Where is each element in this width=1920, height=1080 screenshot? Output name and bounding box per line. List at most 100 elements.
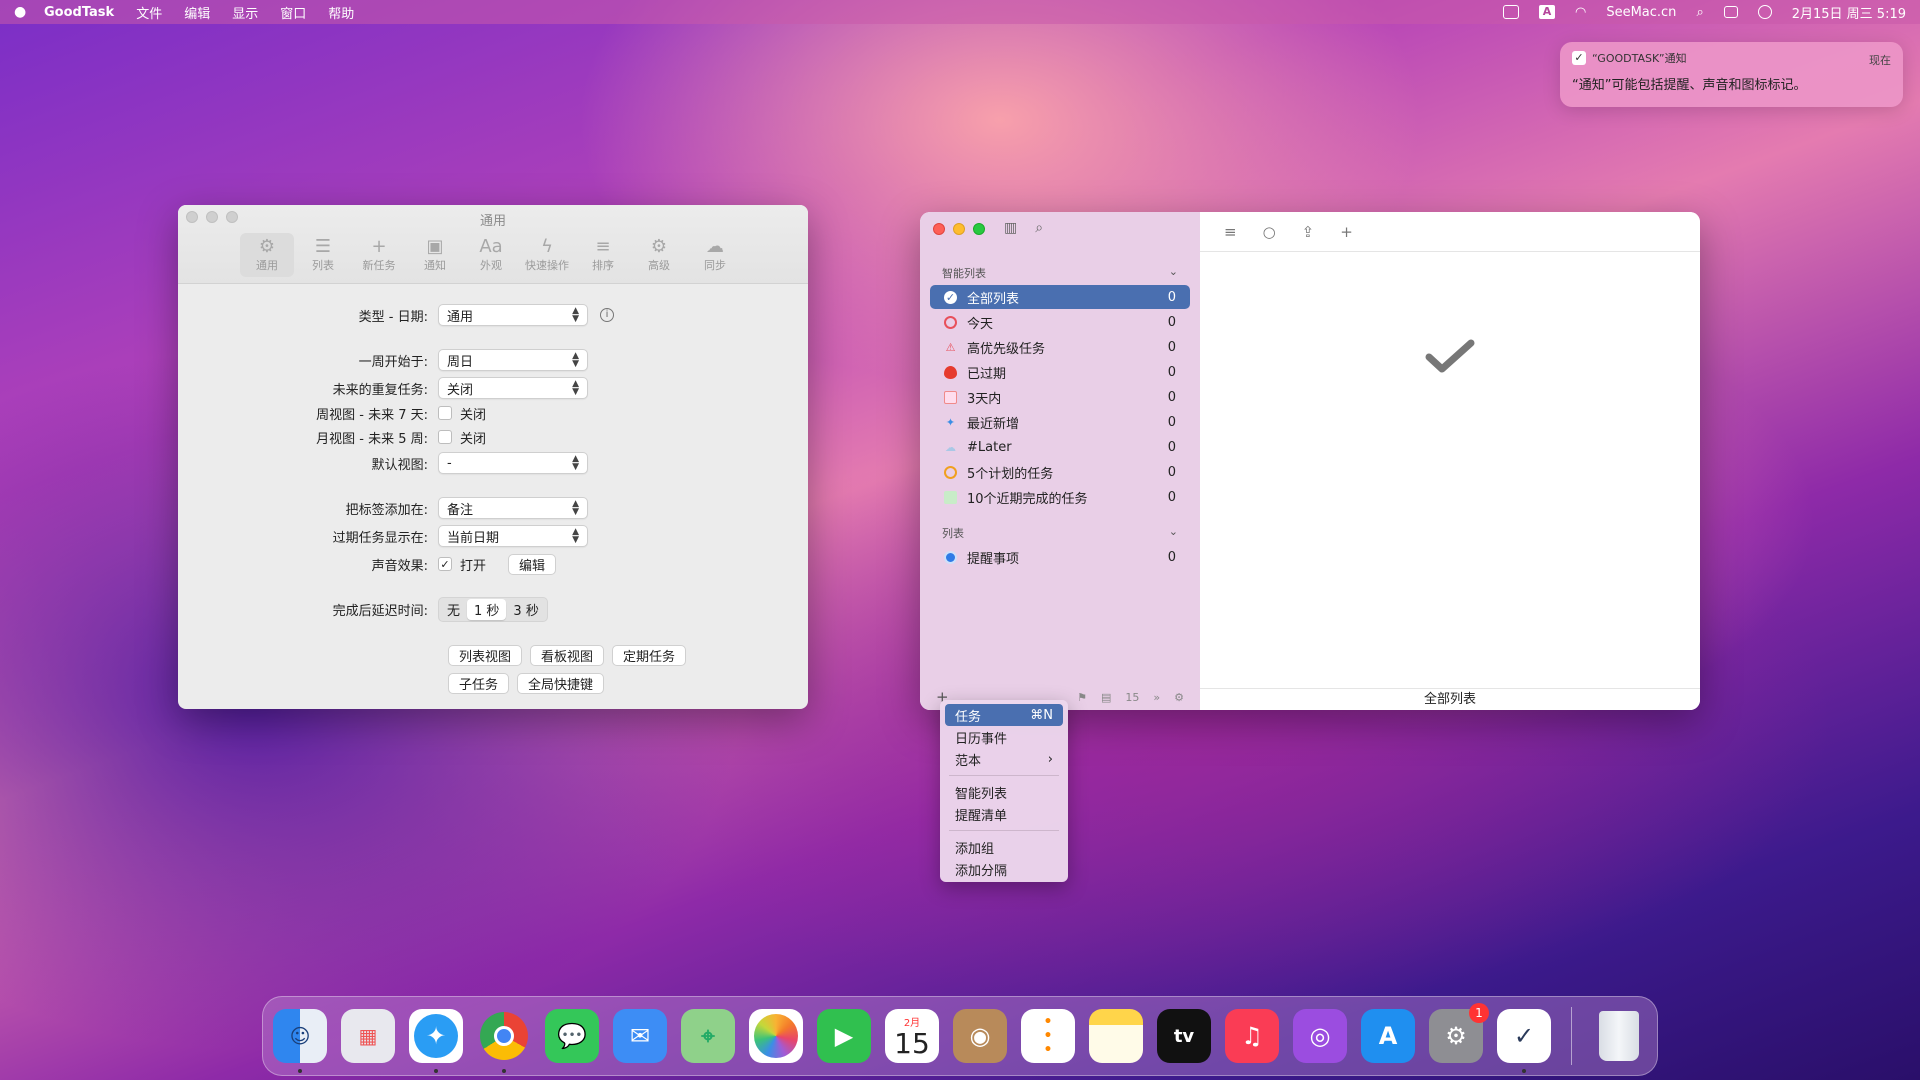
- add-task-icon[interactable]: +: [1340, 223, 1353, 241]
- messages-icon[interactable]: 💬: [545, 1009, 599, 1063]
- facetime-icon[interactable]: ▶: [817, 1009, 871, 1063]
- sidebar-item-scheduled[interactable]: 5个计划的任务 0: [930, 460, 1190, 484]
- tab-quick-actions[interactable]: ϟ 快速操作: [520, 233, 574, 277]
- global-shortcut-button[interactable]: 全局快捷键: [517, 672, 605, 694]
- sidebar-item-all-lists[interactable]: ✓ 全部列表 0: [930, 285, 1190, 309]
- sidebar-item-overdue[interactable]: 已过期 0: [930, 360, 1190, 384]
- tab-sync[interactable]: ☁ 同步: [688, 233, 742, 277]
- photos-icon[interactable]: [749, 1009, 803, 1063]
- sidebar-item-3-days[interactable]: 3天内 0: [930, 385, 1190, 409]
- minimize-button[interactable]: [206, 211, 218, 223]
- goodtask-icon[interactable]: ✓: [1497, 1009, 1551, 1073]
- list-view-button[interactable]: 列表视图: [448, 644, 523, 666]
- tab-lists[interactable]: ☰ 列表: [296, 233, 350, 277]
- menubar-clock[interactable]: 2月15日 周三 5:19: [1792, 3, 1906, 22]
- more-icon[interactable]: »: [1153, 691, 1160, 704]
- type-date-select[interactable]: 通用 ▲ ▼: [438, 304, 588, 326]
- tab-new-task[interactable]: + 新任务: [352, 233, 406, 277]
- tab-appearance[interactable]: Aa 外观: [464, 233, 518, 277]
- default-view-select[interactable]: - ▲ ▼: [438, 452, 588, 474]
- tag-add-select[interactable]: 备注 ▲ ▼: [438, 497, 588, 519]
- menu-file[interactable]: 文件: [136, 3, 162, 22]
- siri-icon[interactable]: [1757, 5, 1772, 19]
- smart-lists-header[interactable]: 智能列表 ⌄: [942, 265, 1178, 281]
- menu-item-reminder-list[interactable]: 提醒清单: [945, 803, 1063, 825]
- menu-item-template[interactable]: 范本 ›: [945, 748, 1063, 770]
- menu-item-smart-list[interactable]: 智能列表: [945, 781, 1063, 803]
- week-start-select[interactable]: 周日 ▲ ▼: [438, 349, 588, 371]
- control-center-icon[interactable]: [1723, 6, 1738, 18]
- maps-icon[interactable]: ⌖: [681, 1009, 735, 1063]
- spotlight-search-icon[interactable]: ⌕: [1696, 5, 1703, 20]
- finder-icon[interactable]: ☺: [273, 1009, 327, 1073]
- recurring-task-button[interactable]: 定期任务: [612, 644, 687, 666]
- sidebar-item-recently-completed[interactable]: 10个近期完成的任务 0: [930, 485, 1190, 509]
- menu-item-add-group[interactable]: 添加组: [945, 836, 1063, 858]
- note-icon[interactable]: ▤: [1101, 691, 1111, 704]
- sidebar-item-today[interactable]: 今天 0: [930, 310, 1190, 334]
- overdue-select[interactable]: 当前日期 ▲ ▼: [438, 525, 588, 547]
- apple-tv-icon[interactable]: tv: [1157, 1009, 1211, 1063]
- future-repeat-select[interactable]: 关闭 ▲ ▼: [438, 377, 588, 399]
- board-view-button[interactable]: 看板视图: [530, 644, 605, 666]
- info-icon[interactable]: i: [600, 308, 614, 322]
- share-icon[interactable]: ⇪: [1302, 223, 1315, 241]
- launchpad-icon[interactable]: ▦: [341, 1009, 395, 1063]
- sidebar-item-reminders[interactable]: 提醒事项 0: [930, 545, 1190, 569]
- menu-item-task[interactable]: 任务 ⌘N: [945, 704, 1063, 726]
- menu-edit[interactable]: 编辑: [184, 3, 210, 22]
- notes-icon[interactable]: [1089, 1009, 1143, 1063]
- contacts-icon[interactable]: ◉: [953, 1009, 1007, 1063]
- calendar-day-icon[interactable]: 15: [1125, 691, 1139, 704]
- reminders-icon[interactable]: • • •: [1021, 1009, 1075, 1063]
- settings-gear-icon[interactable]: ⚙: [1174, 691, 1184, 704]
- mail-icon[interactable]: ✉: [613, 1009, 667, 1063]
- menu-lines-icon[interactable]: ≡: [1224, 223, 1237, 241]
- zoom-button[interactable]: [973, 223, 985, 235]
- podcasts-icon[interactable]: ◎: [1293, 1009, 1347, 1063]
- tab-advanced[interactable]: ⚙ 高级: [632, 233, 686, 277]
- notification-banner[interactable]: ✓ “GOODTASK”通知 现在 “通知”可能包括提醒、声音和图标标记。: [1560, 42, 1903, 107]
- sidebar-toggle-icon[interactable]: ▥: [1004, 220, 1017, 236]
- app-store-icon[interactable]: A: [1361, 1009, 1415, 1063]
- sound-checkbox[interactable]: ✓: [438, 557, 452, 571]
- month-view-checkbox[interactable]: [438, 430, 452, 444]
- trash-icon[interactable]: [1592, 1009, 1646, 1063]
- delay-option-3s[interactable]: 3 秒: [506, 599, 545, 620]
- apple-menu-icon[interactable]: ●: [14, 4, 32, 20]
- menu-item-add-separator[interactable]: 添加分隔: [945, 858, 1063, 880]
- menu-view[interactable]: 显示: [232, 3, 258, 22]
- sidebar-item-recently-added[interactable]: ✦ 最近新增 0: [930, 410, 1190, 434]
- sidebar-item-later[interactable]: ☁ #Later 0: [930, 435, 1190, 459]
- menu-window[interactable]: 窗口: [280, 3, 306, 22]
- calendar-icon[interactable]: 2月 15: [885, 1009, 939, 1063]
- flag-icon[interactable]: ⚑: [1077, 691, 1087, 704]
- lists-header[interactable]: 列表 ⌄: [942, 525, 1178, 541]
- close-button[interactable]: [933, 223, 945, 235]
- zoom-button[interactable]: [226, 211, 238, 223]
- safari-icon[interactable]: ✦: [409, 1009, 463, 1073]
- chrome-icon[interactable]: [477, 1009, 531, 1073]
- circle-icon[interactable]: ○: [1263, 223, 1276, 241]
- system-settings-icon[interactable]: ⚙ 1: [1429, 1003, 1489, 1063]
- menubar-site[interactable]: SeeMac.cn: [1606, 5, 1676, 20]
- subtask-button[interactable]: 子任务: [448, 672, 510, 694]
- sidebar-item-high-priority[interactable]: ⚠ 高优先级任务 0: [930, 335, 1190, 359]
- week-view-checkbox[interactable]: [438, 406, 452, 420]
- delay-option-none[interactable]: 无: [440, 599, 467, 620]
- search-icon[interactable]: ⌕: [1035, 220, 1043, 236]
- close-button[interactable]: [186, 211, 198, 223]
- menu-app-name[interactable]: GoodTask: [44, 5, 114, 20]
- wifi-icon[interactable]: ◠: [1575, 5, 1586, 20]
- music-icon[interactable]: ♫: [1225, 1009, 1279, 1063]
- tab-general[interactable]: ⚙ 通用: [240, 233, 294, 277]
- tab-notifications[interactable]: ▣ 通知: [408, 233, 462, 277]
- minimize-button[interactable]: [953, 223, 965, 235]
- tab-sorting[interactable]: ≡ 排序: [576, 233, 630, 277]
- input-source-icon[interactable]: A: [1538, 5, 1555, 19]
- status-menu-icon[interactable]: [1502, 5, 1519, 19]
- menu-help[interactable]: 帮助: [328, 3, 354, 22]
- delay-option-1s[interactable]: 1 秒: [467, 598, 507, 620]
- sound-edit-button[interactable]: 编辑: [508, 553, 557, 575]
- menu-item-calendar-event[interactable]: 日历事件: [945, 726, 1063, 748]
